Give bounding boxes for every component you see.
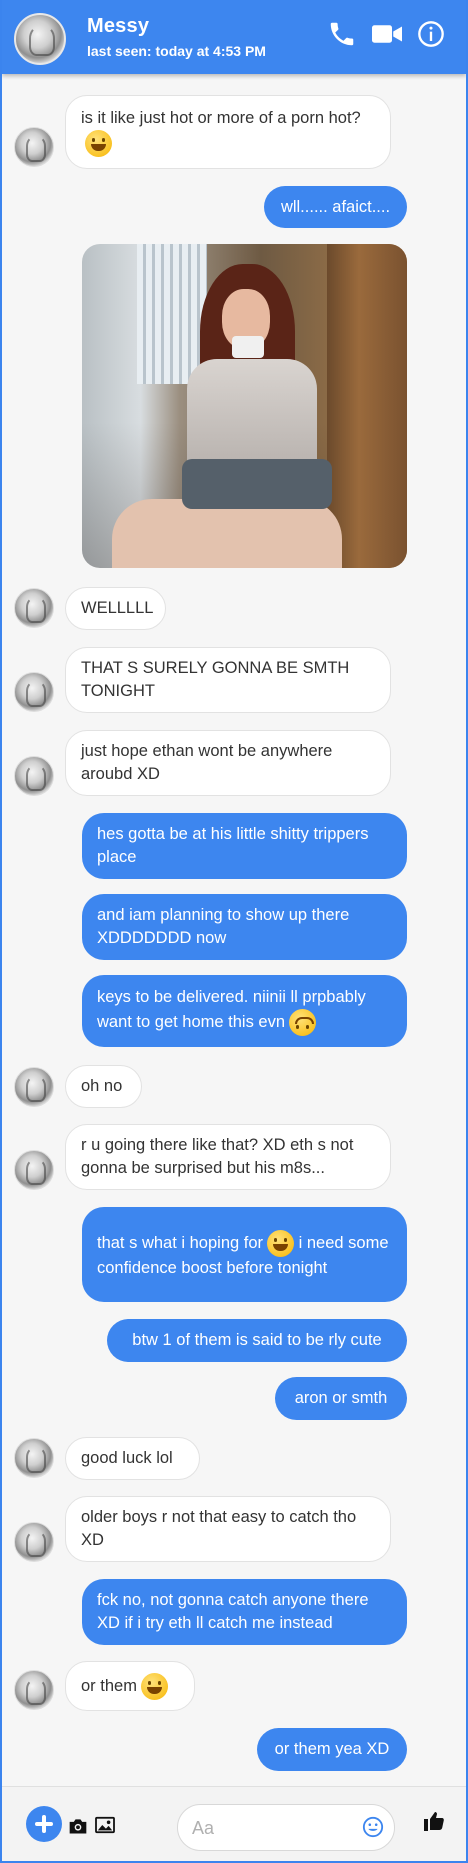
incoming-message[interactable]: good luck lol: [65, 1437, 200, 1480]
plus-icon[interactable]: [26, 1806, 62, 1842]
contact-avatar[interactable]: [14, 1067, 54, 1107]
outgoing-message[interactable]: wll...... afaict....: [264, 186, 407, 228]
contact-avatar[interactable]: [14, 127, 54, 167]
chat-window: is it like just hot or more of a porn ho…: [2, 0, 466, 1861]
message-text: hes gotta be at his little shitty trippe…: [97, 825, 369, 866]
contact-avatar[interactable]: [14, 1522, 54, 1562]
info-icon[interactable]: [417, 20, 445, 48]
message-text: older boys r not that easy to catch tho …: [81, 1508, 357, 1549]
contact-name[interactable]: Messy: [87, 15, 149, 38]
message-text: good luck lol: [81, 1449, 173, 1467]
message-input[interactable]: [192, 1815, 342, 1841]
message-input-box[interactable]: [177, 1804, 395, 1851]
chat-header: Messy last seen: today at 4:53 PM: [2, 0, 466, 74]
message-text: or them yea XD: [274, 1740, 390, 1758]
outgoing-message[interactable]: and iam planning to show up there XDDDDD…: [82, 894, 407, 960]
contact-avatar[interactable]: [14, 1150, 54, 1190]
message-text-start: that s what i hoping for: [97, 1233, 264, 1252]
outgoing-message[interactable]: or them yea XD: [257, 1728, 407, 1771]
message-text: just hope ethan wont be anywhere aroubd …: [81, 742, 333, 783]
message-text: WELLLLL: [81, 599, 154, 617]
outgoing-message[interactable]: that s what i hoping for i need some con…: [82, 1207, 407, 1302]
message-text: oh no: [81, 1077, 123, 1095]
thumbs-up-icon[interactable]: [422, 1809, 446, 1833]
outgoing-message[interactable]: btw 1 of them is said to be rly cute: [107, 1319, 407, 1362]
grinning-emoji-icon: [267, 1229, 295, 1257]
incoming-message[interactable]: WELLLLL: [65, 587, 166, 630]
incoming-message[interactable]: or them: [65, 1661, 195, 1711]
message-list[interactable]: is it like just hot or more of a porn ho…: [2, 0, 466, 1861]
outgoing-message[interactable]: aron or smth: [275, 1377, 407, 1420]
outgoing-message[interactable]: keys to be delivered. niinii ll prpbably…: [82, 975, 407, 1047]
sweat-smile-emoji-icon: [85, 130, 112, 157]
contact-avatar[interactable]: [14, 672, 54, 712]
tears-of-joy-emoji-icon: [140, 1672, 168, 1700]
contact-avatar[interactable]: [14, 13, 66, 65]
message-text: fck no, not gonna catch anyone there XD …: [97, 1591, 369, 1632]
message-text: THAT S SURELY GONNA BE SMTH TONIGHT: [81, 659, 350, 700]
contact-avatar[interactable]: [14, 1438, 54, 1478]
camera-icon[interactable]: [68, 1817, 88, 1835]
phone-icon[interactable]: [327, 19, 357, 49]
incoming-message[interactable]: just hope ethan wont be anywhere aroubd …: [65, 730, 391, 796]
upside-down-face-emoji-icon: [289, 1009, 317, 1036]
image-icon[interactable]: [94, 1816, 116, 1834]
message-text: aron or smth: [294, 1389, 388, 1407]
video-camera-icon[interactable]: [370, 19, 404, 49]
selfie-photo[interactable]: [82, 244, 407, 568]
contact-avatar[interactable]: [14, 588, 54, 628]
message-text: wll...... afaict....: [280, 197, 391, 216]
incoming-message[interactable]: THAT S SURELY GONNA BE SMTH TONIGHT: [65, 647, 391, 713]
message-text: r u going there like that? XD eth s not …: [81, 1136, 354, 1177]
incoming-message[interactable]: is it like just hot or more of a porn ho…: [65, 95, 391, 169]
message-text: and iam planning to show up there XDDDDD…: [97, 906, 350, 947]
emoji-icon[interactable]: [362, 1816, 384, 1838]
incoming-message[interactable]: r u going there like that? XD eth s not …: [65, 1124, 391, 1190]
outgoing-message[interactable]: hes gotta be at his little shitty trippe…: [82, 813, 407, 879]
composer-bar: [2, 1786, 466, 1861]
contact-avatar[interactable]: [14, 756, 54, 796]
contact-avatar[interactable]: [14, 1670, 54, 1710]
last-seen-status: last seen: today at 4:53 PM: [87, 43, 266, 59]
message-text: keys to be delivered. niinii ll prpbably…: [97, 988, 366, 1031]
incoming-message[interactable]: older boys r not that easy to catch tho …: [65, 1496, 391, 1562]
outgoing-message[interactable]: fck no, not gonna catch anyone there XD …: [82, 1579, 407, 1645]
message-text: or them: [81, 1676, 137, 1695]
message-text: btw 1 of them is said to be rly cute: [132, 1331, 382, 1349]
incoming-message[interactable]: oh no: [65, 1065, 142, 1108]
message-text: is it like just hot or more of a porn ho…: [81, 109, 361, 127]
